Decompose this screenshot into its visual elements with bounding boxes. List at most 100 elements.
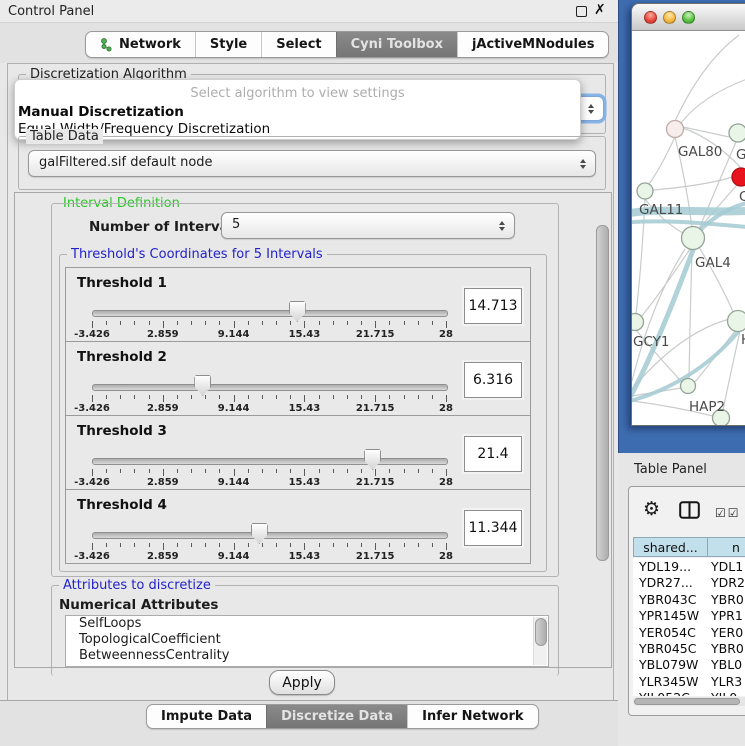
- slider-track[interactable]: [92, 458, 448, 465]
- slider-track[interactable]: [92, 310, 448, 317]
- split-columns-icon[interactable]: [679, 501, 700, 523]
- network-node-pale-pink[interactable]: [667, 121, 684, 138]
- network-window-titlebar[interactable]: [632, 4, 745, 31]
- attribute-item-betweennesscentrality[interactable]: BetweennessCentrality: [66, 648, 548, 664]
- table-row[interactable]: YIL052CYIL0: [633, 689, 745, 696]
- control-panel-title: Control Panel: [8, 4, 94, 19]
- checkbox-columns-icon[interactable]: ☑☑: [715, 506, 741, 520]
- algorithm-popup-placeholder: Select algorithm to view settings: [15, 86, 580, 101]
- network-node-pale-green[interactable]: [637, 183, 653, 199]
- table-row[interactable]: YDL19...YDL1: [633, 558, 745, 574]
- network-node-pale-green[interactable]: [728, 311, 745, 332]
- slider-tick-label: 21.715: [356, 551, 395, 562]
- table-row[interactable]: YPR145WYPR1: [633, 607, 745, 623]
- attributes-group-title: Attributes to discretize: [59, 578, 215, 593]
- tab-style[interactable]: Style: [195, 32, 261, 57]
- numerical-attributes-list[interactable]: SelfLoopsTopologicalCoefficientBetweenne…: [65, 615, 549, 667]
- slider-tick: [205, 469, 206, 473]
- slider-track[interactable]: [92, 532, 448, 539]
- network-node-pale-green[interactable]: [632, 314, 644, 331]
- threshold-panel-2: Threshold 2-3.4262.8599.14415.4321.71528…: [65, 341, 531, 416]
- table-header-name[interactable]: n: [707, 537, 745, 557]
- gear-icon[interactable]: ⚙: [643, 498, 660, 520]
- table-row[interactable]: YDR27...YDR2: [633, 574, 745, 590]
- threshold-value-field[interactable]: 21.4: [464, 436, 522, 472]
- table-header-shared-name[interactable]: shared...: [633, 537, 708, 557]
- network-node-pale-green[interactable]: [681, 379, 696, 394]
- cell-name: YDL1: [711, 559, 743, 574]
- threshold-value-field[interactable]: 6.316: [464, 362, 522, 398]
- slider-tick: [163, 321, 164, 328]
- slider-tick: [446, 543, 447, 550]
- slider-tick: [432, 543, 433, 547]
- cell-shared-name: YDR27...: [639, 575, 693, 590]
- tab-network[interactable]: Network: [86, 32, 195, 57]
- apply-button[interactable]: Apply: [269, 670, 335, 695]
- popup-item-manual-discretization[interactable]: Manual Discretization: [18, 104, 184, 120]
- zoom-traffic-light-icon[interactable]: [682, 11, 695, 24]
- attribute-item-topologicalcoefficient[interactable]: TopologicalCoefficient: [66, 632, 548, 648]
- table-horizontal-scrollbar[interactable]: [633, 697, 745, 706]
- slider-tick: [333, 321, 334, 325]
- slider-tick: [262, 395, 263, 399]
- table-row[interactable]: YBL079WYBL0: [633, 656, 745, 672]
- slider-thumb[interactable]: [364, 449, 381, 470]
- threshold-value-field[interactable]: 11.344: [464, 510, 522, 546]
- slider-tick: [219, 543, 220, 547]
- threshold-value-field[interactable]: 14.713: [464, 288, 522, 324]
- tab-label: Network: [119, 37, 181, 52]
- attribute-item-selfloops[interactable]: SelfLoops: [66, 616, 548, 632]
- table-data-combobox[interactable]: galFiltered.sif default node: [28, 150, 596, 177]
- tab-select[interactable]: Select: [261, 32, 335, 57]
- panel-vertical-scrollbar[interactable]: [596, 225, 609, 561]
- slider-tick-label: 9.144: [218, 329, 250, 340]
- cell-name: YER0: [711, 625, 743, 640]
- close-icon[interactable]: ✗: [594, 2, 606, 18]
- slider-tick: [191, 469, 192, 473]
- slider-tick: [404, 543, 405, 547]
- tab-discretize-data[interactable]: Discretize Data: [266, 705, 407, 728]
- cell-name: YBL0: [711, 657, 742, 672]
- slider-tick: [248, 321, 249, 325]
- slider-thumb[interactable]: [289, 301, 306, 322]
- slider-track[interactable]: [92, 384, 448, 391]
- tab-impute-data[interactable]: Impute Data: [147, 705, 266, 728]
- slider-tick: [163, 469, 164, 476]
- tab-cyni-toolbox[interactable]: Cyni Toolbox: [336, 32, 457, 57]
- table-row[interactable]: YLR345WYLR3: [633, 673, 745, 689]
- list-scrollbar-thumb[interactable]: [535, 618, 547, 646]
- cell-name: YPR1: [711, 608, 743, 623]
- slider-thumb[interactable]: [251, 523, 268, 544]
- slider-thumb[interactable]: [194, 375, 211, 396]
- close-traffic-light-icon[interactable]: [644, 11, 657, 24]
- slider-tick: [248, 543, 249, 547]
- cell-name: YIL0: [711, 690, 737, 696]
- settings-scroll-panel: Interval Definition Number of Intervals …: [14, 192, 612, 668]
- tab-label: Style: [210, 37, 247, 52]
- cell-shared-name: YER054C: [639, 625, 696, 640]
- num-intervals-label: Number of Intervals: [89, 219, 241, 235]
- node-label-g: G: [736, 147, 745, 163]
- table-hscrollbar-thumb[interactable]: [634, 698, 740, 705]
- network-node-pale-green[interactable]: [729, 124, 745, 142]
- network-canvas[interactable]: GAL80GCGAL11GAL4GCY1HHAP2: [632, 31, 745, 425]
- tab-infer-network[interactable]: Infer Network: [407, 705, 537, 728]
- slider-tick: [404, 395, 405, 399]
- tab-jactivemnodules[interactable]: jActiveMNodules: [457, 32, 609, 57]
- slider-tick-label: 2.859: [147, 329, 179, 340]
- num-intervals-combobox[interactable]: 5: [221, 212, 515, 239]
- threshold-panel-1: Threshold 1-3.4262.8599.14415.4321.71528…: [65, 267, 531, 342]
- minimize-traffic-light-icon[interactable]: [663, 11, 676, 24]
- network-view-window[interactable]: GAL80GCGAL11GAL4GCY1HHAP2: [631, 3, 745, 426]
- network-node-red[interactable]: [732, 168, 745, 186]
- combo-stepper-icon: [499, 221, 505, 231]
- float-window-icon[interactable]: [576, 6, 587, 17]
- table-panel-title: Table Panel: [634, 462, 707, 477]
- table-row[interactable]: YBR045CYBR0: [633, 640, 745, 656]
- table-row[interactable]: YER054C YER0: [633, 624, 745, 640]
- slider-tick: [262, 469, 263, 473]
- apply-button-label: Apply: [282, 675, 322, 691]
- network-node-pale-green[interactable]: [682, 227, 705, 250]
- list-scrollbar[interactable]: [533, 617, 547, 665]
- table-row[interactable]: YBR043CYBR0: [633, 591, 745, 607]
